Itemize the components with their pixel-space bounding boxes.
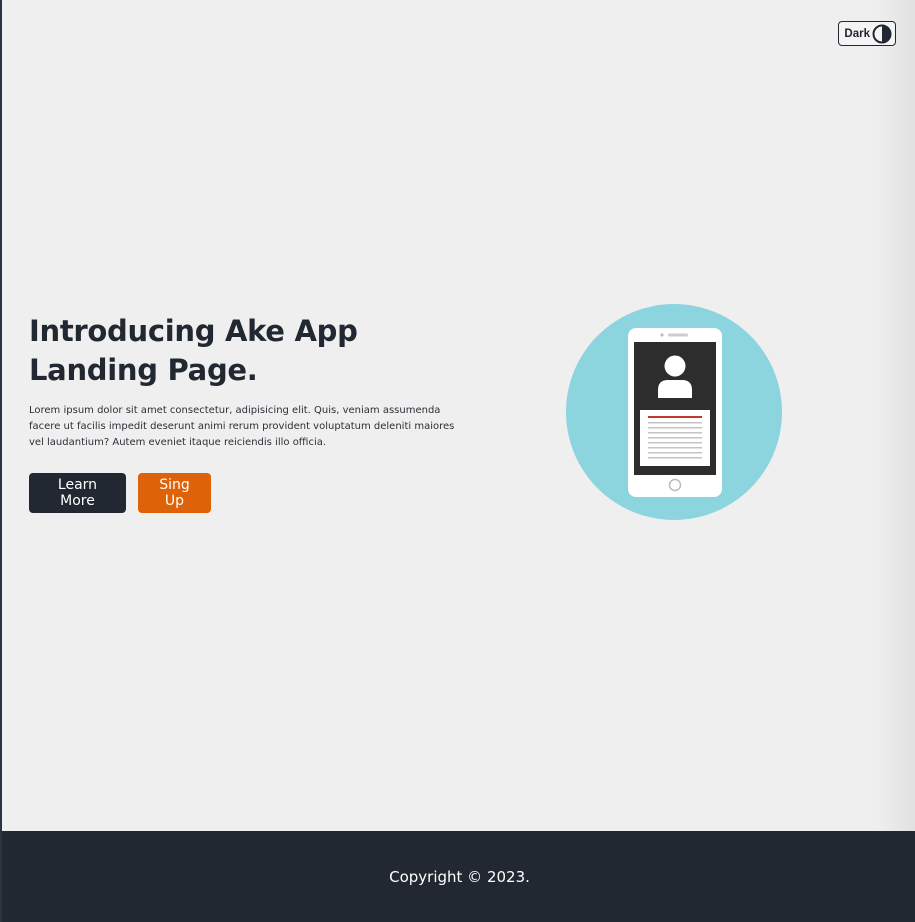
dark-mode-toggle[interactable]: Dark (838, 21, 896, 46)
hero-actions: Learn More Sing Up (29, 473, 469, 513)
hero-title: Introducing Ake App Landing Page. (29, 312, 469, 390)
contrast-icon (872, 24, 892, 43)
sign-up-button[interactable]: Sing Up (138, 473, 211, 513)
learn-more-button[interactable]: Learn More (29, 473, 126, 513)
footer: Copyright © 2023. (2, 831, 915, 922)
hero-title-line-2: Landing Page. (29, 353, 258, 387)
phone-illustration (566, 304, 782, 520)
dark-mode-label: Dark (844, 27, 870, 40)
hero-section: Introducing Ake App Landing Page. Lorem … (29, 312, 469, 513)
hero-title-line-1: Introducing Ake App (29, 314, 358, 348)
page-edge-shadow (875, 0, 915, 831)
hero-description: Lorem ipsum dolor sit amet consectetur, … (29, 405, 455, 448)
copyright-text: Copyright © 2023. (389, 867, 530, 886)
smartphone-profile-icon (566, 304, 782, 520)
